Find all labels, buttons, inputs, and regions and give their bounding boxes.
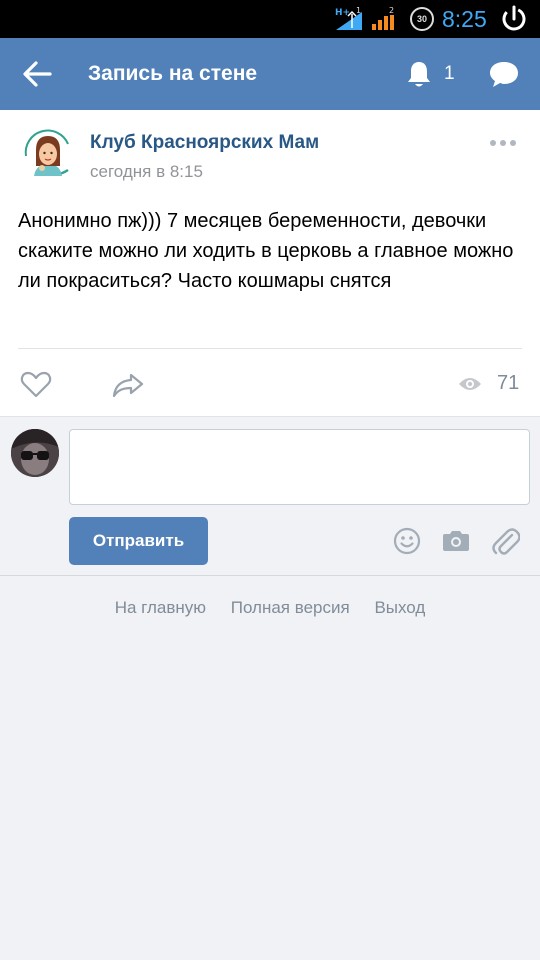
heart-icon[interactable]: [20, 370, 52, 398]
chat-bubble-icon[interactable]: [488, 60, 520, 88]
camera-icon[interactable]: [441, 529, 471, 553]
network-signal-icon: H+ 1: [335, 6, 362, 30]
share-icon[interactable]: [112, 372, 144, 398]
paperclip-icon[interactable]: [490, 525, 520, 557]
status-bar: H+ 1 2 30 8:25: [0, 0, 540, 38]
post-author[interactable]: Клуб Красноярских Мам: [90, 132, 319, 154]
svg-text:H+: H+: [335, 8, 350, 18]
comment-input[interactable]: [69, 429, 530, 505]
signal-sim2-icon: 2: [372, 6, 394, 30]
community-avatar-image: [18, 126, 78, 186]
app-header: Запись на стене 1: [0, 38, 540, 110]
eye-icon: [459, 378, 481, 390]
footer-link-logout[interactable]: Выход: [374, 598, 425, 617]
smile-icon[interactable]: [393, 527, 421, 555]
user-avatar[interactable]: [11, 429, 59, 477]
notifications-count: 1: [444, 63, 455, 84]
footer-links: На главную Полная версия Выход: [0, 598, 540, 624]
post-divider: [18, 348, 522, 349]
post-text: Анонимно пж))) 7 месяцев беременности, д…: [18, 210, 514, 292]
bell-icon[interactable]: [404, 59, 434, 89]
comment-composer: Отправить: [0, 416, 540, 576]
power-icon[interactable]: [500, 4, 528, 32]
footer-link-full-version[interactable]: Полная версия: [231, 598, 350, 617]
send-button[interactable]: Отправить: [69, 517, 208, 565]
user-avatar-image: [11, 429, 59, 477]
wall-post: Клуб Красноярских Мам сегодня в 8:15 Ано…: [0, 110, 540, 416]
footer-link-home[interactable]: На главную: [115, 598, 206, 617]
clock: 8:25: [442, 6, 487, 32]
back-arrow-icon[interactable]: [22, 60, 52, 88]
more-dots-icon[interactable]: [488, 138, 518, 148]
views-count: 71: [497, 372, 520, 394]
svg-text:2: 2: [389, 6, 394, 15]
post-time: сегодня в 8:15: [90, 162, 203, 181]
battery-indicator: 30: [410, 7, 434, 31]
page-title: Запись на стене: [88, 62, 258, 85]
community-avatar[interactable]: [18, 126, 78, 186]
